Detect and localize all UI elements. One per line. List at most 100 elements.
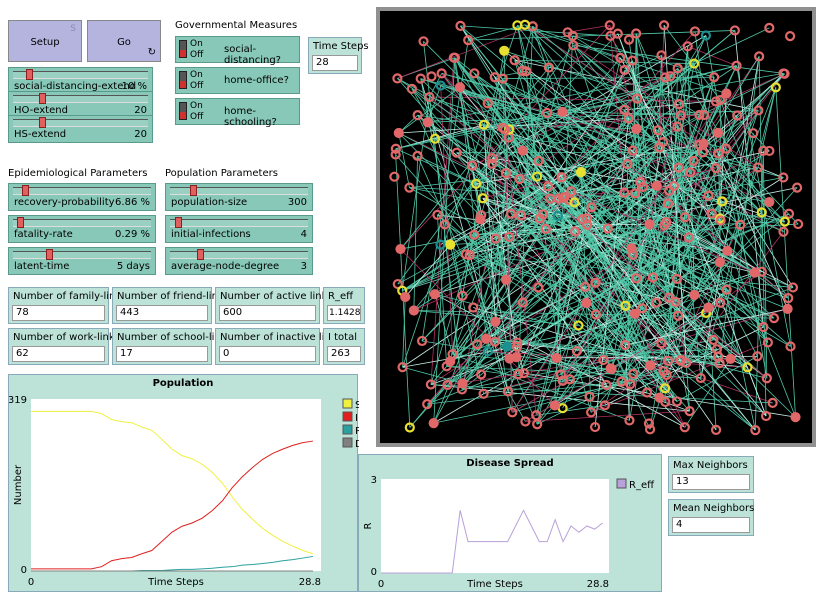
network-link [461,346,518,390]
network-agent [454,82,466,93]
network-agent [714,257,726,268]
network-link [404,244,451,298]
active-links-value: 600 [219,305,316,321]
network-agent [490,316,501,327]
network-agent [782,303,793,314]
slider-track[interactable] [13,71,148,79]
network-agent [393,127,404,139]
family-links-label: Number of family-links [13,291,127,302]
slider-track[interactable] [170,219,308,227]
y-tick-label: 0 [21,565,27,576]
pop-header: Population Parameters [165,168,278,179]
slider-knob[interactable] [39,117,46,128]
switch-name: social-distancing? [224,44,281,66]
slider-value: 4 [300,229,307,240]
network-agent [517,145,528,156]
x-tick-label: 0 [378,579,384,590]
y-axis-label: R [363,522,374,529]
network-canvas[interactable] [380,11,812,443]
switch-knob[interactable] [179,71,187,89]
network-link [775,87,796,418]
slider-knob[interactable] [39,93,46,104]
switch-off-label: Off [190,50,204,60]
slider-track[interactable] [13,219,151,227]
active-links-monitor: Number of active links 600 [215,287,333,324]
legend-swatch [342,424,353,435]
network-agent [422,117,433,128]
active-links-label: Number of active links [220,291,333,302]
network-agent [395,243,406,255]
network-agent [499,45,510,56]
inactive-links-value: 0 [219,346,316,362]
legend-swatch [616,478,627,489]
go-button[interactable]: Go ↻ [87,20,161,62]
switch-on-label: On [190,101,203,111]
network-agent [606,363,617,375]
slider-knob[interactable] [22,185,30,196]
slider-track[interactable] [13,187,151,195]
slider-knob[interactable] [196,249,204,260]
work-links-label: Number of work-links [13,332,120,343]
slider-value: 20 [134,129,147,140]
switch-knob[interactable] [179,40,187,58]
population-size-slider[interactable]: population-size 300 [165,183,313,211]
population-chart: 319 00 28.8 Time Steps Number SIRD [9,395,359,588]
time-steps-monitor: Time Steps 28 [308,37,369,74]
slider-value: 6.86 % [115,197,150,208]
slider-track[interactable] [13,95,148,103]
network-agent [557,106,568,118]
forever-icon: ↻ [147,47,156,58]
inactive-links-monitor: Number of inactive links 0 [215,328,342,365]
network-agent [426,71,437,82]
fatality-rate-slider[interactable]: fatality-rate 0.29 % [8,215,156,243]
legend-swatch [342,437,353,448]
x-tick-label: 28.8 [587,579,609,590]
average-node-degree-slider[interactable]: average-node-degree 3 [165,247,313,275]
setup-button[interactable]: S Setup [8,20,82,62]
disease-spread-chart: 3 00 28.8 Time Steps R R_eff [363,475,655,590]
switch-knob[interactable] [179,102,187,120]
initial-infections-slider[interactable]: initial-infections 4 [165,215,313,243]
slider-name: HS-extend [14,129,67,140]
slider-knob[interactable] [46,249,54,260]
plot-area [31,399,321,571]
slider-knob[interactable] [26,69,33,80]
y-tick-label: 319 [9,395,27,406]
friend-links-value: 443 [116,305,208,321]
social-distancing-switch[interactable]: On Off social-distancing? [175,36,300,66]
home-office-switch[interactable]: On Off home-office? [175,67,300,94]
switch-off-label: Off [190,81,204,91]
latent-time-slider[interactable]: latent-time 5 days [8,247,156,275]
setup-shortcut-key: S [70,24,76,34]
slider-track[interactable] [13,251,151,259]
network-agent [749,267,760,278]
slider-name: recovery-probability [14,197,115,208]
recovery-probability-slider[interactable]: recovery-probability 6.86 % [8,183,156,211]
slider-value: 300 [287,197,307,208]
max-neighbors-monitor: Max Neighbors 13 [668,456,754,493]
slider-knob[interactable] [189,185,197,196]
world-view[interactable] [376,7,816,447]
disease-spread-plot: Disease Spread 3 0 0 28.8 Time Steps R R_eff [358,454,662,592]
mean-neighbors-label: Mean Neighbors [673,503,755,514]
slider-knob[interactable] [175,217,183,228]
HS-extend-slider[interactable]: HS-extend 20 [8,115,153,143]
home-schooling-switch[interactable]: On Off home-schooling? [175,98,300,128]
network-agent [429,289,440,300]
slider-knob[interactable] [16,217,24,228]
network-agent [504,353,515,364]
y-axis-label: Number [13,464,24,505]
r-eff-value: 1.14285 [327,305,361,321]
slider-track[interactable] [13,119,148,127]
slider-track[interactable] [170,251,308,259]
r-eff-monitor: R_eff 1.14285 [323,287,365,324]
r-eff-label: R_eff [328,291,353,302]
network-agent [428,418,439,429]
network-link [587,223,650,226]
time-steps-label: Time Steps [313,41,369,52]
slider-name: population-size [171,197,248,208]
family-links-monitor: Number of family-links 78 [8,287,126,324]
network-agent [784,31,796,42]
time-steps-value: 28 [312,55,358,71]
network-agent [408,305,419,316]
